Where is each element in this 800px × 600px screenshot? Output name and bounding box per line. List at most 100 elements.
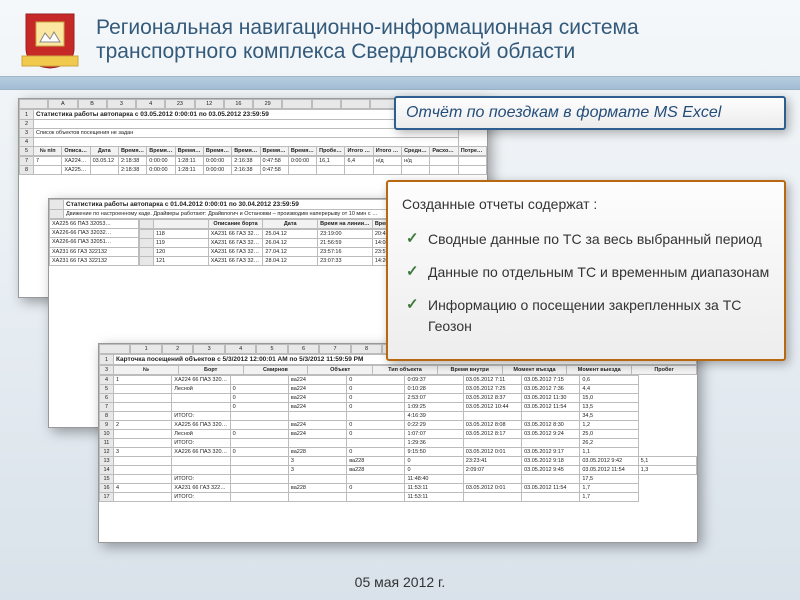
cell: 2:09:07 xyxy=(463,466,521,475)
cell: 4 xyxy=(114,484,172,493)
cell: 0 xyxy=(347,403,405,412)
cell xyxy=(288,412,346,421)
cell xyxy=(114,403,172,412)
cell: ИТОГО: xyxy=(172,475,230,484)
cell: 23:57:16 xyxy=(318,248,373,257)
column-header: № xyxy=(114,366,179,375)
cell: 03.05.2012 9:24 xyxy=(522,430,580,439)
side-item: ХА226-66 ПАЗ 32032… xyxy=(50,229,139,238)
cell: ва224 xyxy=(288,421,346,430)
header-divider xyxy=(0,76,800,90)
cell: 03.05.2012 11:54 xyxy=(580,466,638,475)
cell: 3 xyxy=(114,448,172,457)
cell xyxy=(230,421,288,430)
column-header: Описание борта xyxy=(208,220,263,229)
cell xyxy=(522,439,580,448)
cell: 4,4 xyxy=(580,385,638,394)
column-header: Время остановок вне объектов xyxy=(175,147,203,156)
cell xyxy=(230,475,288,484)
cell: 5,1 xyxy=(638,457,696,466)
column-header: Время навигации xyxy=(232,147,260,156)
cell: 1 xyxy=(114,376,172,385)
cell xyxy=(402,166,430,175)
cell: ва224 xyxy=(288,376,346,385)
cell: 6,4 xyxy=(345,157,373,166)
cell: ИТОГО: xyxy=(172,412,230,421)
cell xyxy=(230,466,288,475)
cell: 0 xyxy=(347,448,405,457)
cell: ХА231 66 ГАЗ 322132 xyxy=(208,239,263,248)
cell: 119 xyxy=(154,239,209,248)
cell: 2:16:38 xyxy=(232,166,260,175)
cell: 120 xyxy=(154,248,209,257)
cell: 1,7 xyxy=(580,493,638,502)
cell: 0,6 xyxy=(580,376,638,385)
cell xyxy=(114,394,172,403)
cell xyxy=(458,157,486,166)
cell xyxy=(230,439,288,448)
cell: 03.05.2012 10:44 xyxy=(463,403,521,412)
cell: 28.04.12 xyxy=(263,257,318,266)
cell: 03.05.2012 7:15 xyxy=(522,376,580,385)
cell xyxy=(347,475,405,484)
cell xyxy=(114,475,172,484)
cell xyxy=(430,166,458,175)
cell: 2:53:07 xyxy=(405,394,463,403)
cell xyxy=(114,430,172,439)
column-header: Момент въезда xyxy=(502,366,567,375)
cell: ХА224 66 ПАЗ 32053-70 0 xyxy=(172,376,230,385)
cell: 23:19:00 xyxy=(318,230,373,239)
cell: 1:28:11 xyxy=(175,157,203,166)
side-item: ХА231 66 ГАЗ 322132 xyxy=(50,256,139,265)
column-header: № п/п xyxy=(34,147,62,156)
column-header: Итого ГСМ по норме 10км факт, л. xyxy=(373,147,401,156)
cell: 0 xyxy=(230,394,288,403)
cell: 03.05.2012 8:37 xyxy=(463,394,521,403)
cell: 1:29:36 xyxy=(405,439,463,448)
cell: 11:53:11 xyxy=(405,493,463,502)
region-crest-icon xyxy=(18,8,82,72)
cell: ХА226 66 ПАЗ 320530 xyxy=(172,448,230,457)
cell xyxy=(114,439,172,448)
cell: 0 xyxy=(347,385,405,394)
cell: ХА231 66 ГАЗ 322132 xyxy=(208,257,263,266)
cell xyxy=(114,457,172,466)
cell: 0 xyxy=(230,430,288,439)
cell: 1:07:07 xyxy=(405,430,463,439)
cell: 03.05.2012 7:36 xyxy=(522,385,580,394)
column-header: Дата xyxy=(90,147,118,156)
cell xyxy=(522,412,580,421)
cell: 26,2 xyxy=(580,439,638,448)
cell xyxy=(230,484,288,493)
cell xyxy=(345,166,373,175)
info-lead: Созданные отчеты содержат : xyxy=(402,194,770,215)
column-header: Смирнов xyxy=(243,366,308,375)
cell: 34,5 xyxy=(580,412,638,421)
column-header: Итого ГСМ по всем нормам, л. xyxy=(345,147,373,156)
cell: 11:48:40 xyxy=(405,475,463,484)
column-header: Описание борта xyxy=(62,147,90,156)
cell: 2:16:38 xyxy=(232,157,260,166)
cell: 13,5 xyxy=(580,403,638,412)
cell: 2 xyxy=(114,421,172,430)
cell: 27.04.12 xyxy=(263,248,318,257)
column-header: Борт xyxy=(178,366,243,375)
cell: 03.05.2012 11:54 xyxy=(522,403,580,412)
cell xyxy=(463,493,521,502)
cell xyxy=(114,385,172,394)
info-item: Данные по отдельным ТС и временным диапа… xyxy=(402,256,770,289)
cell: 03.05.2012 11:30 xyxy=(522,394,580,403)
cell: 121 xyxy=(154,257,209,266)
cell: Лесной xyxy=(172,430,230,439)
cell: 1,2 xyxy=(580,421,638,430)
cell: 03.05.2012 9:17 xyxy=(522,448,580,457)
cell: 03.05.12 xyxy=(90,157,118,166)
side-item: ХА226-66 ПАЗ 32051… xyxy=(50,238,139,247)
column-header: Пробег xyxy=(632,366,697,375)
column-header: Расход ГСМ в движении на 100 км, л. xyxy=(430,147,458,156)
cell xyxy=(114,412,172,421)
cell xyxy=(288,439,346,448)
cell: ва224 xyxy=(288,394,346,403)
side-item: ХА231 66 ГАЗ 322132 xyxy=(50,247,139,256)
cell xyxy=(230,376,288,385)
